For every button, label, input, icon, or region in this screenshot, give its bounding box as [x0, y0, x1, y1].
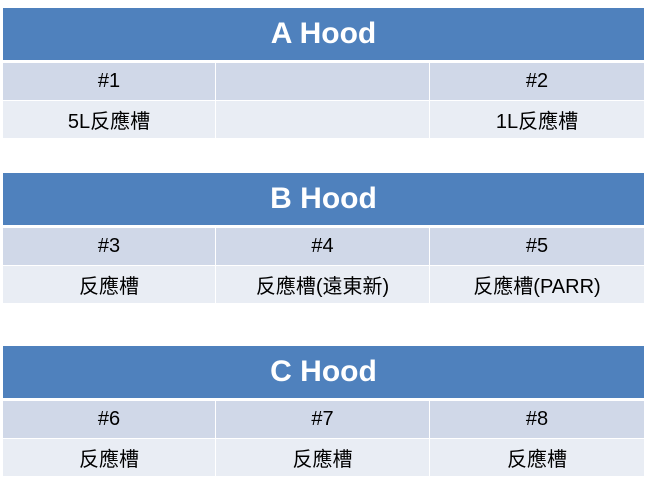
table-cell: 反應槽(PARR) — [430, 266, 644, 304]
hood-table-c: C Hood #6 #7 #8 反應槽 反應槽 反應槽 — [3, 346, 644, 477]
table-cell: #2 — [430, 63, 644, 101]
desc-row: 反應槽 反應槽(遠東新) 反應槽(PARR) — [3, 266, 644, 304]
table-cell: 反應槽 — [216, 439, 430, 477]
hood-table-b: B Hood #3 #4 #5 反應槽 反應槽(遠東新) 反應槽(PARR) — [3, 173, 644, 304]
table-cell — [216, 101, 430, 139]
hood-title: B Hood — [3, 173, 644, 228]
table-cell: 反應槽 — [3, 439, 216, 477]
table-cell: #4 — [216, 228, 430, 266]
table-cell: #6 — [3, 401, 216, 439]
table-cell: 1L反應槽 — [430, 101, 644, 139]
desc-row: 5L反應槽 1L反應槽 — [3, 101, 644, 139]
table-cell: 反應槽 — [3, 266, 216, 304]
table-cell: 5L反應槽 — [3, 101, 216, 139]
id-row: #6 #7 #8 — [3, 401, 644, 439]
table-cell: #3 — [3, 228, 216, 266]
hood-table-a: A Hood #1 #2 5L反應槽 1L反應槽 — [3, 8, 644, 139]
table-cell: 反應槽(遠東新) — [216, 266, 430, 304]
table-cell: #5 — [430, 228, 644, 266]
table-cell: 反應槽 — [430, 439, 644, 477]
hood-title: A Hood — [3, 8, 644, 63]
table-cell — [216, 63, 430, 101]
table-cell: #1 — [3, 63, 216, 101]
desc-row: 反應槽 反應槽 反應槽 — [3, 439, 644, 477]
table-cell: #8 — [430, 401, 644, 439]
table-cell: #7 — [216, 401, 430, 439]
id-row: #3 #4 #5 — [3, 228, 644, 266]
id-row: #1 #2 — [3, 63, 644, 101]
hood-title: C Hood — [3, 346, 644, 401]
